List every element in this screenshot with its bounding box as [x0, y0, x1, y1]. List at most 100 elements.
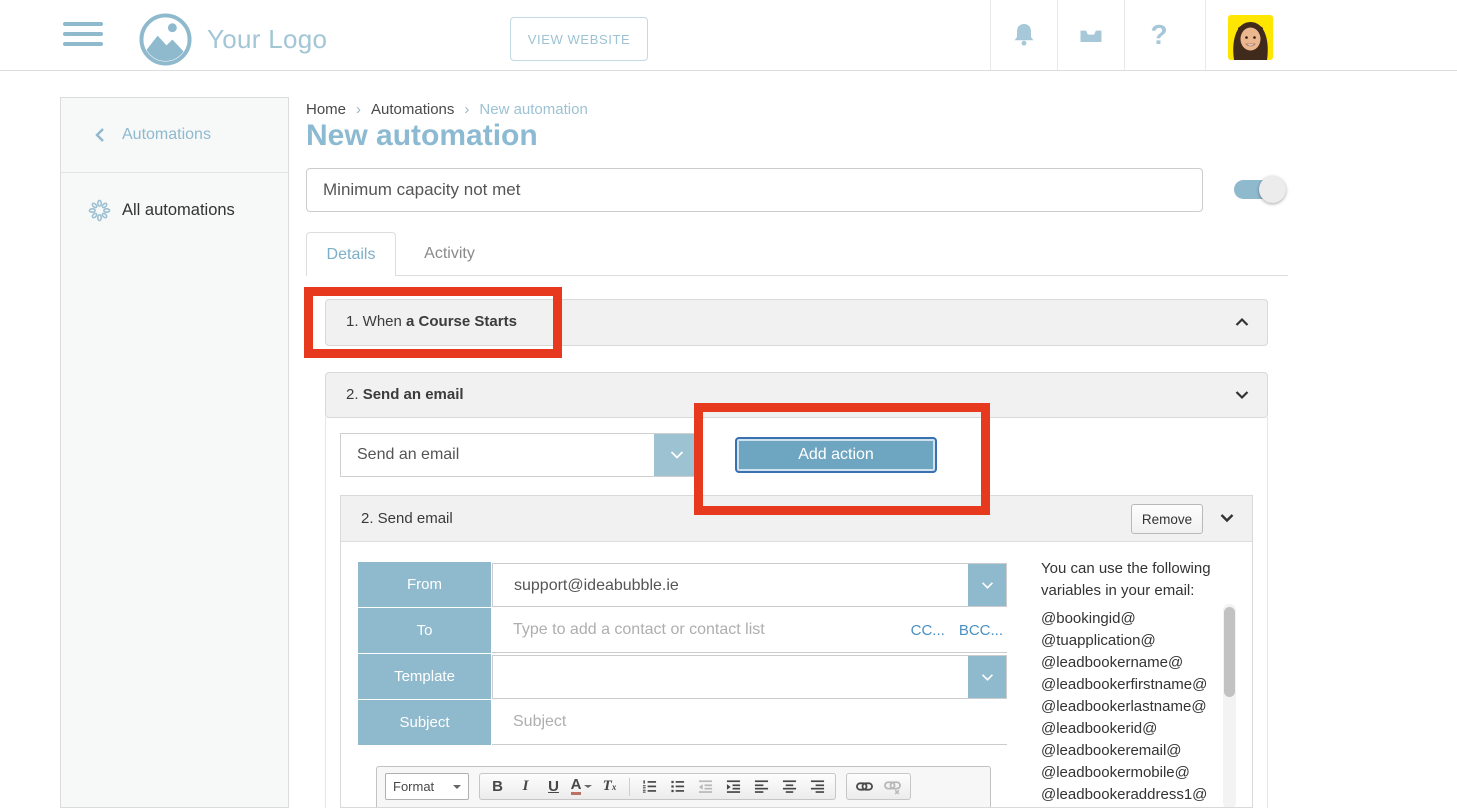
top-header: Your Logo VIEW WEBSITE ? — [0, 0, 1457, 71]
indent-button[interactable] — [720, 775, 747, 799]
breadcrumb: Home›Automations›New automation — [306, 101, 588, 118]
breadcrumb-automations[interactable]: Automations — [371, 101, 454, 118]
breadcrumb-home[interactable]: Home — [306, 101, 346, 118]
help-icon: ? — [1150, 19, 1167, 51]
trigger-step-prefix: 1. When — [346, 313, 406, 330]
notifications-button[interactable] — [1003, 0, 1045, 70]
variable-item: @leadbookerfirstname@ — [1041, 674, 1211, 696]
select-chevron — [654, 434, 699, 476]
tab-details[interactable]: Details — [306, 232, 396, 276]
sidebar-item-label: All automations — [122, 201, 235, 220]
select-chevron — [968, 564, 1006, 606]
link-button[interactable] — [851, 775, 878, 799]
logo[interactable]: Your Logo — [138, 12, 327, 67]
header-divider — [1057, 0, 1058, 70]
select-chevron — [968, 656, 1006, 698]
to-field: CC... BCC... — [492, 608, 1007, 653]
italic-button[interactable]: I — [512, 775, 539, 799]
help-button[interactable]: ? — [1138, 0, 1180, 70]
to-label: To — [358, 608, 491, 653]
ordered-list-button[interactable] — [636, 775, 663, 799]
email-body-editor-toolbar: Format B I U A Tx — [376, 766, 991, 808]
format-select[interactable]: Format — [385, 773, 469, 800]
template-select[interactable] — [492, 655, 1007, 699]
bold-button[interactable]: B — [484, 775, 511, 799]
underline-button[interactable]: U — [540, 775, 567, 799]
header-divider — [1124, 0, 1125, 70]
automation-name-input[interactable] — [306, 168, 1203, 212]
action-step-prefix: 2. — [346, 386, 363, 403]
sidebar-back-automations[interactable]: Automations — [61, 98, 288, 173]
from-select[interactable]: support@ideabubble.ie — [492, 563, 1007, 607]
trigger-step-title: a Course Starts — [406, 313, 517, 330]
chevron-down-icon — [584, 785, 592, 788]
inbox-icon — [1077, 21, 1105, 49]
user-avatar[interactable] — [1228, 15, 1273, 60]
unlink-button[interactable] — [879, 775, 906, 799]
from-value: support@ideabubble.ie — [514, 564, 679, 607]
action-type-value: Send an email — [357, 434, 459, 476]
chevron-down-icon — [453, 785, 461, 789]
subject-input[interactable] — [492, 713, 1007, 731]
subject-field — [492, 700, 1007, 745]
align-left-button[interactable] — [748, 775, 775, 799]
variable-item: @leadbookername@ — [1041, 652, 1211, 674]
variables-list: @bookingid@ @tuapplication@ @leadbookern… — [1041, 608, 1211, 808]
bullet-list-button[interactable] — [664, 775, 691, 799]
tab-activity[interactable]: Activity — [397, 232, 502, 276]
chevron-left-icon — [95, 127, 105, 143]
hamburger-icon — [63, 22, 103, 26]
variable-item: @leadbookerlastname@ — [1041, 696, 1211, 718]
subject-label: Subject — [358, 700, 491, 745]
sidebar: Automations All automations — [60, 97, 289, 808]
avatar-image — [1228, 15, 1273, 60]
chevron-up-icon — [1235, 317, 1249, 327]
logo-text: Your Logo — [207, 24, 327, 55]
breadcrumb-separator: › — [356, 101, 361, 118]
variable-item: @leadbookeremail@ — [1041, 740, 1211, 762]
variables-scrollbar[interactable] — [1223, 604, 1236, 808]
cc-link[interactable]: CC... — [911, 622, 945, 639]
align-center-button[interactable] — [776, 775, 803, 799]
breadcrumb-separator: › — [464, 101, 469, 118]
to-input[interactable] — [492, 621, 911, 639]
header-divider — [1205, 0, 1206, 70]
variable-item: @bookingid@ — [1041, 608, 1211, 630]
chevron-down-icon[interactable] — [1220, 513, 1234, 523]
inbox-button[interactable] — [1070, 0, 1112, 70]
add-action-button[interactable]: Add action — [735, 437, 937, 473]
email-step-header[interactable]: 2. Send email Remove — [341, 496, 1252, 542]
text-color-button[interactable]: A — [568, 775, 595, 799]
remove-format-button[interactable]: Tx — [596, 775, 623, 799]
view-website-button[interactable]: VIEW WEBSITE — [510, 17, 648, 61]
variable-item: @leadbookerid@ — [1041, 718, 1211, 740]
sidebar-item-all-automations[interactable]: All automations — [61, 189, 288, 233]
action-type-select[interactable]: Send an email — [340, 433, 700, 477]
menu-button[interactable] — [63, 22, 103, 49]
outdent-button[interactable] — [692, 775, 719, 799]
remove-step-button[interactable]: Remove — [1131, 504, 1203, 534]
format-select-value: Format — [393, 779, 434, 794]
from-label: From — [358, 562, 491, 607]
variables-intro: You can use the following variables in y… — [1041, 558, 1221, 602]
variable-item: @leadbookeraddress1@ — [1041, 784, 1211, 806]
action-accordion-header[interactable]: 2. Send an email — [325, 372, 1268, 418]
bcc-link[interactable]: BCC... — [959, 622, 1003, 639]
align-right-button[interactable] — [804, 775, 831, 799]
app-window: Your Logo VIEW WEBSITE ? — [0, 0, 1457, 808]
automation-enabled-toggle[interactable] — [1234, 179, 1286, 201]
trigger-accordion-header[interactable]: 1. When a Course Starts — [325, 299, 1268, 346]
email-step-panel: 2. Send email Remove From support@ideabu… — [340, 495, 1253, 808]
page-title: New automation — [306, 119, 538, 153]
toggle-knob — [1259, 176, 1286, 203]
toolbar-separator — [629, 778, 630, 796]
logo-icon — [138, 12, 193, 67]
variable-item: @tuapplication@ — [1041, 630, 1211, 652]
email-step-title: 2. Send email — [361, 496, 453, 541]
header-divider — [990, 0, 991, 70]
sidebar-back-label: Automations — [122, 126, 211, 144]
variables-scrollbar-thumb[interactable] — [1224, 607, 1235, 697]
template-label: Template — [358, 654, 491, 699]
text-style-group: B I U A Tx — [479, 773, 836, 800]
link-group — [846, 773, 911, 800]
